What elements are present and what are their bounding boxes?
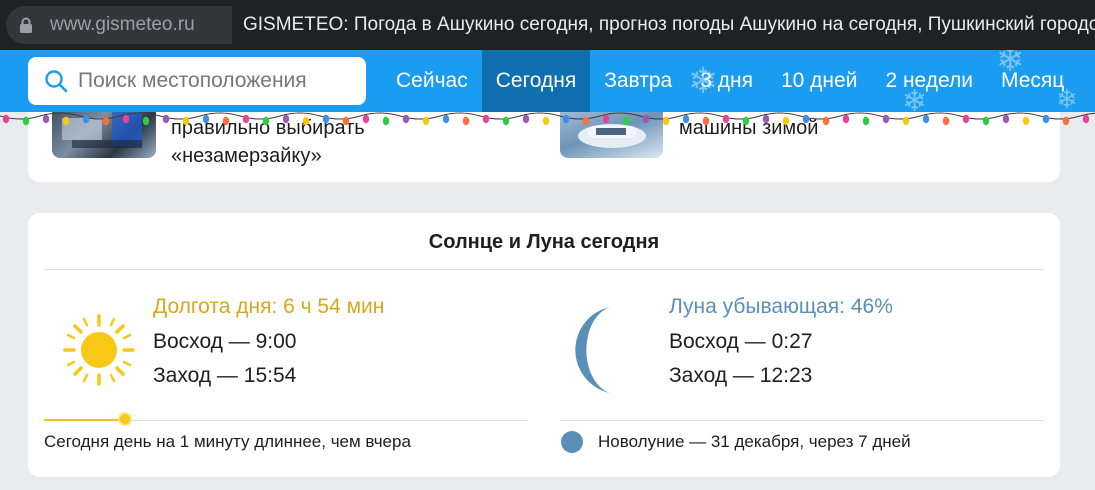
garland-bulb bbox=[742, 116, 750, 126]
garland-bulb bbox=[1022, 116, 1030, 126]
garland-bulb bbox=[982, 116, 990, 126]
garland-bulb bbox=[102, 116, 110, 126]
garland-bulb bbox=[762, 114, 770, 124]
browser-bar: www.gismeteo.ru GISMETEO: Погода в Ашуки… bbox=[0, 0, 1095, 50]
address-bar[interactable]: www.gismeteo.ru bbox=[6, 6, 232, 44]
garland-bulb bbox=[502, 116, 510, 126]
garland-bulb bbox=[382, 116, 390, 126]
garland-bulb bbox=[582, 116, 590, 126]
garland-bulb bbox=[402, 114, 410, 124]
new-moon-icon bbox=[561, 431, 583, 453]
garland-bulb bbox=[702, 116, 710, 126]
nav-month[interactable]: Месяц bbox=[987, 50, 1078, 112]
moonset-time: Заход — 12:23 bbox=[669, 364, 813, 387]
day-length: Долгота дня: 6 ч 54 мин bbox=[153, 295, 385, 318]
divider bbox=[44, 269, 1044, 270]
sun-icon bbox=[63, 314, 135, 386]
garland-bulb bbox=[222, 116, 230, 126]
garland-bulb bbox=[442, 114, 450, 124]
moon-icon bbox=[575, 307, 610, 393]
garland-bulb bbox=[462, 116, 470, 126]
news-title-line: «незамерзайку» bbox=[171, 145, 322, 167]
garland-bulb bbox=[882, 114, 890, 124]
url-text: www.gismeteo.ru bbox=[50, 14, 195, 35]
search-icon bbox=[44, 69, 68, 93]
garland-bulb bbox=[682, 114, 690, 124]
nav-2-weeks[interactable]: 2 недели bbox=[871, 50, 987, 112]
day-length-note: Сегодня день на 1 минуту длиннее, чем вч… bbox=[44, 432, 411, 451]
garland-bulb bbox=[362, 114, 370, 124]
new-moon-date: Новолуние — 31 декабря, через 7 дней bbox=[598, 432, 911, 451]
nav-tomorrow[interactable]: Завтра bbox=[590, 50, 686, 112]
garland-bulb bbox=[722, 114, 730, 124]
garland-bulb bbox=[1042, 114, 1050, 124]
garland-bulb bbox=[1082, 114, 1090, 124]
sunset-time: Заход — 15:54 bbox=[153, 364, 297, 387]
garland-bulb bbox=[282, 114, 290, 124]
garland-bulb bbox=[562, 114, 570, 124]
garland-bulb bbox=[662, 116, 670, 126]
section-title: Солнце и Луна сегодня bbox=[428, 231, 660, 253]
garland-bulb bbox=[182, 116, 190, 126]
garland-bulb bbox=[322, 114, 330, 124]
moon-divider bbox=[560, 420, 1044, 421]
garland-bulb bbox=[262, 116, 270, 126]
garland-bulb bbox=[202, 114, 210, 124]
garland-bulb bbox=[782, 116, 790, 126]
garland-bulb bbox=[82, 114, 90, 124]
garland-bulb bbox=[42, 114, 50, 124]
garland-bulb bbox=[302, 116, 310, 126]
moonrise-time: Восход — 0:27 bbox=[669, 330, 813, 353]
garland-bulb bbox=[142, 116, 150, 126]
garland-bulb bbox=[962, 114, 970, 124]
garland-bulb bbox=[162, 114, 170, 124]
garland-bulb bbox=[522, 114, 530, 124]
garland-bulb bbox=[622, 116, 630, 126]
garland-bulb bbox=[242, 114, 250, 124]
sunrise-time: Восход — 9:00 bbox=[153, 330, 297, 353]
nav-10-days[interactable]: 10 дней bbox=[767, 50, 871, 112]
moon-phase: Луна убывающая: 46% bbox=[669, 295, 893, 318]
garland-bulb bbox=[2, 114, 10, 124]
garland-bulb bbox=[602, 114, 610, 124]
garland-bulb bbox=[1002, 114, 1010, 124]
garland-bulb bbox=[1062, 116, 1070, 126]
sun-moon-card: Солнце и Луна сегодня Долгота дня: 6 ч 5… bbox=[28, 213, 1060, 477]
garland-bulb bbox=[122, 114, 130, 124]
garland-bulb bbox=[542, 116, 550, 126]
garland-bulb bbox=[642, 114, 650, 124]
garland-bulb bbox=[862, 116, 870, 126]
garland-bulb bbox=[422, 116, 430, 126]
nav-3-days[interactable]: 3 дня bbox=[686, 50, 767, 112]
page-title: GISMETEO: Погода в Ашукино сегодня, прог… bbox=[243, 14, 1095, 35]
garland-bulb bbox=[802, 114, 810, 124]
lock-icon bbox=[16, 15, 36, 35]
site-header: ❄ ❄ ❄ ❄ ❄ Сейчас Сегодня Завтра 3 дня 10… bbox=[0, 50, 1095, 112]
forecast-nav: Сейчас Сегодня Завтра 3 дня 10 дней 2 не… bbox=[382, 50, 1078, 112]
garland-bulb bbox=[482, 114, 490, 124]
garland-bulb bbox=[342, 116, 350, 126]
nav-today[interactable]: Сегодня bbox=[481, 50, 591, 112]
garland-decoration bbox=[0, 112, 1095, 126]
garland-bulb bbox=[842, 114, 850, 124]
search-input[interactable] bbox=[78, 69, 358, 93]
location-search[interactable] bbox=[28, 57, 366, 105]
garland-bulb bbox=[902, 116, 910, 126]
daylight-progress bbox=[44, 419, 126, 421]
garland-bulb bbox=[822, 116, 830, 126]
daylight-marker bbox=[118, 412, 132, 426]
garland-bulb bbox=[922, 114, 930, 124]
nav-now[interactable]: Сейчас bbox=[382, 50, 482, 112]
garland-bulb bbox=[942, 116, 950, 126]
garland-bulb bbox=[62, 116, 70, 126]
garland-bulb bbox=[22, 116, 30, 126]
